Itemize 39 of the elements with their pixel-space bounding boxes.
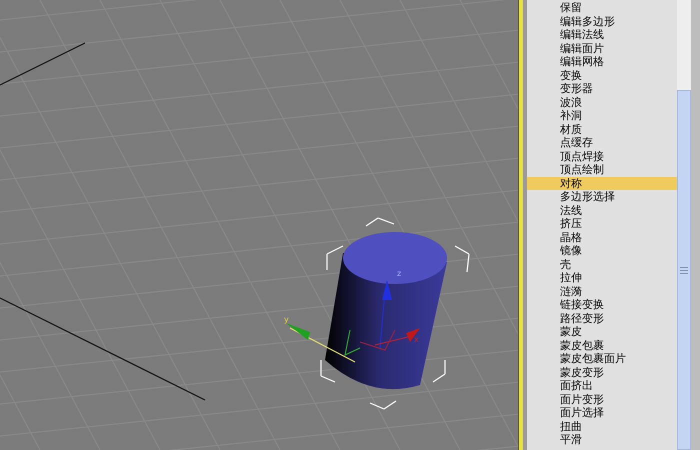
modifier-list-item[interactable]: 平滑 — [527, 433, 677, 446]
modifier-list-item[interactable]: 编辑法线 — [527, 28, 677, 42]
modifier-list-item[interactable]: 波浪 — [527, 96, 677, 109]
axis-label: x — [414, 335, 419, 344]
modifier-list-item[interactable]: 编辑面片 — [527, 42, 677, 55]
modifier-list-item[interactable]: 路径变形 — [527, 312, 677, 325]
modifier-list-item[interactable]: 晶格 — [527, 230, 677, 244]
modifier-list-item[interactable]: 蒙皮包裹面片 — [527, 352, 677, 366]
modifier-list-item[interactable]: 涟漪 — [527, 284, 677, 298]
modifier-list-item[interactable]: 拉伸 — [527, 271, 677, 284]
modifier-list-item[interactable]: 顶点绘制 — [527, 163, 677, 176]
modifier-list-item[interactable]: 蒙皮变形 — [527, 366, 677, 379]
modifier-list-item[interactable]: 法线 — [527, 204, 677, 217]
modifier-list-item[interactable]: 保留 — [527, 1, 677, 14]
modifier-list-item[interactable]: 材质 — [527, 122, 677, 136]
modifier-list-item[interactable]: 编辑网格 — [527, 55, 677, 68]
axis-label: y — [284, 315, 289, 324]
modifier-list-item[interactable]: 多边形选择 — [527, 190, 677, 204]
modifier-list-item[interactable]: 补洞 — [527, 109, 677, 122]
modifier-list-item[interactable]: 挤压 — [527, 217, 677, 230]
modifier-list-item[interactable]: 编辑多边形 — [527, 14, 677, 28]
scrollbar-thumb[interactable] — [677, 90, 691, 450]
modifier-list-item[interactable]: 扭曲 — [527, 420, 677, 433]
modifier-list-item[interactable]: 链接变换 — [527, 298, 677, 312]
grip-icon — [680, 266, 688, 274]
modifier-list-item[interactable]: 镜像 — [527, 244, 677, 258]
modifier-list-item[interactable]: 顶点焊接 — [527, 150, 677, 163]
modifier-list-item[interactable]: 变换 — [527, 68, 677, 82]
modifier-list-item[interactable]: 蒙皮包裹 — [527, 338, 677, 352]
modifier-list-item[interactable]: 面挤出 — [527, 379, 677, 392]
axis-label: z — [397, 269, 402, 278]
modifier-list-item[interactable]: 面片变形 — [527, 392, 677, 406]
scrollbar[interactable] — [677, 0, 691, 450]
modifier-list-item[interactable]: 变形器 — [527, 82, 677, 96]
modifier-list-item[interactable]: 面片选择 — [527, 406, 677, 420]
modifier-list-item[interactable]: 壳 — [527, 258, 677, 271]
modifier-list-item[interactable]: 对称 — [527, 176, 677, 190]
modifier-list-item[interactable]: 蒙皮 — [527, 325, 677, 338]
modifier-list-item[interactable]: 点缓存 — [527, 136, 677, 150]
